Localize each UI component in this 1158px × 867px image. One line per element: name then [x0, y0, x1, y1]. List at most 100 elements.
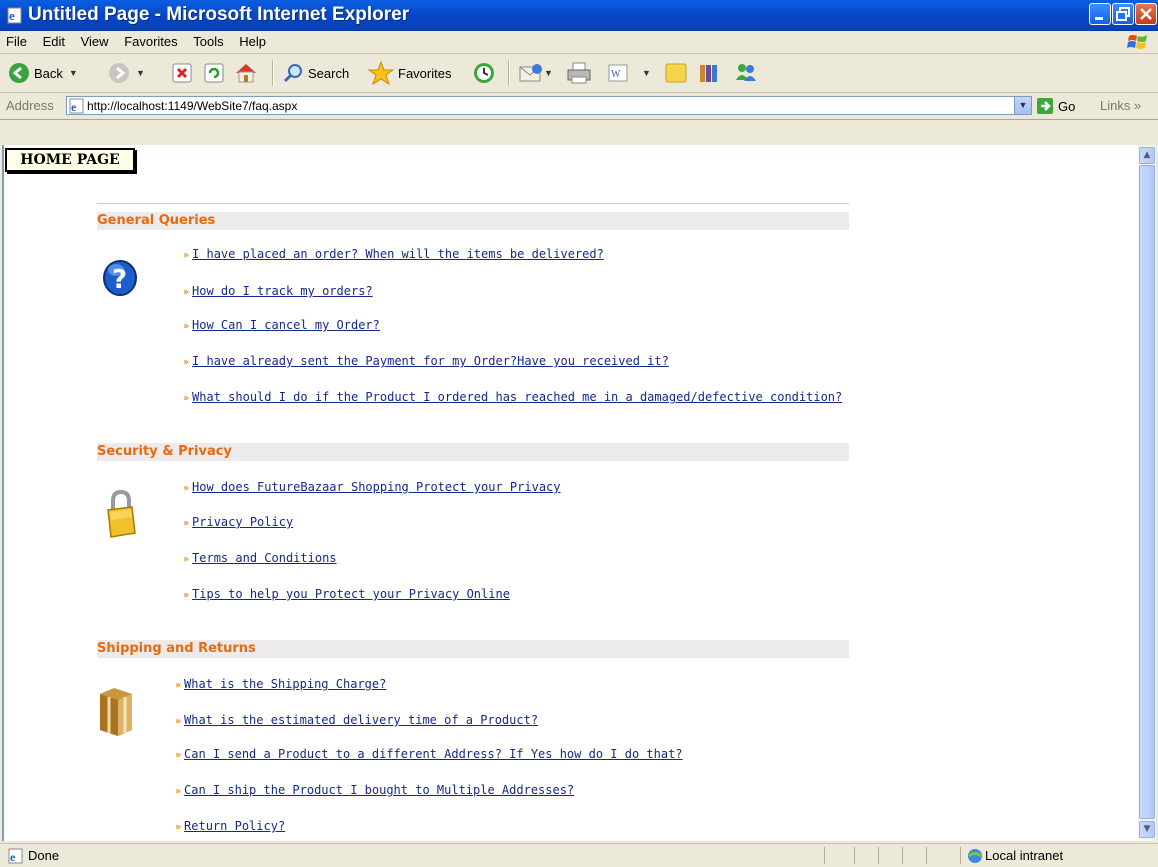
minimize-icon [1095, 17, 1103, 20]
status-divider [926, 847, 927, 864]
faq-link-text: I have already sent the Payment for my O… [192, 354, 669, 368]
back-button[interactable]: Back ▼ [8, 61, 78, 85]
menu-view[interactable]: View [75, 31, 115, 49]
forward-button[interactable]: ▼ [108, 61, 145, 85]
faq-link[interactable]: » What is the Shipping Charge? [175, 677, 386, 691]
menu-bar: File Edit View Favorites Tools Help [0, 31, 1158, 54]
double-arrow-icon: » [183, 554, 189, 565]
section-heading-shipping-returns: Shipping and Returns [97, 640, 849, 658]
double-arrow-icon: » [183, 590, 189, 601]
help-question-icon: ? [103, 260, 137, 296]
address-url: http://localhost:1149/WebSite7/faq.aspx [87, 99, 298, 113]
mail-envelope-icon [519, 64, 542, 82]
double-arrow-icon: » [175, 680, 181, 691]
restore-button[interactable] [1112, 3, 1134, 25]
faq-link[interactable]: » What is the estimated delivery time of … [175, 713, 538, 727]
svg-text:e: e [71, 100, 77, 114]
printer-icon [567, 62, 591, 84]
scroll-up-button[interactable]: ▲ [1139, 147, 1155, 164]
double-arrow-icon: » [183, 483, 189, 494]
faq-link-text: What is the estimated delivery time of a… [184, 713, 539, 727]
menu-help[interactable]: Help [233, 31, 272, 49]
status-text: Done [28, 848, 60, 863]
research-books-icon [700, 65, 717, 82]
discuss-button[interactable] [664, 61, 688, 85]
faq-link-text: What should I do if the Product I ordere… [192, 390, 843, 404]
stop-button[interactable] [172, 61, 192, 85]
status-bar: e Done Local intranet [0, 843, 1158, 867]
mail-dropdown-icon[interactable]: ▼ [544, 68, 553, 78]
search-icon [283, 64, 302, 83]
faq-link[interactable]: » How does FutureBazaar Shopping Protect … [183, 480, 561, 494]
menu-edit[interactable]: Edit [37, 31, 71, 49]
svg-text:?: ? [112, 265, 127, 295]
mail-button[interactable]: ▼ [518, 61, 553, 85]
title-bar[interactable]: e Untitled Page - Microsoft Internet Exp… [0, 0, 1158, 31]
favorites-star-icon [368, 61, 394, 85]
close-button[interactable] [1135, 3, 1157, 25]
faq-link-text: How do I track my orders? [192, 284, 373, 298]
scrollbar-thumb[interactable] [1139, 165, 1155, 819]
status-divider [854, 847, 855, 864]
faq-link-text: How Can I cancel my Order? [192, 318, 380, 332]
home-page-button[interactable]: HOME PAGE [5, 148, 135, 172]
faq-link[interactable]: » Can I ship the Product I bought to Mult… [175, 783, 574, 797]
ie-page-icon: e [7, 7, 22, 24]
faq-link-text: Privacy Policy [192, 515, 294, 529]
research-button[interactable] [698, 61, 722, 85]
vertical-scrollbar[interactable]: ▲ ▼ [1138, 145, 1156, 841]
faq-link[interactable]: » Privacy Policy [183, 515, 293, 529]
address-input[interactable]: e http://localhost:1149/WebSite7/faq.asp… [66, 96, 1032, 115]
close-icon [1140, 8, 1152, 20]
double-arrow-icon: » [183, 287, 189, 298]
faq-link-text: Can I send a Product to a different Addr… [184, 747, 683, 761]
faq-link[interactable]: » What should I do if the Product I order… [183, 390, 842, 404]
word-edit-icon: W [608, 64, 628, 82]
menu-favorites[interactable]: Favorites [118, 31, 183, 49]
faq-link[interactable]: » Terms and Conditions [183, 551, 337, 565]
address-dropdown-icon[interactable]: ▼ [1014, 97, 1031, 114]
go-button[interactable]: Go [1036, 97, 1075, 115]
intranet-zone-icon [968, 849, 982, 863]
search-button[interactable]: Search [282, 61, 349, 85]
double-arrow-icon: » [183, 250, 189, 261]
faq-link[interactable]: » I have placed an order? When will the i… [183, 247, 604, 261]
edit-button[interactable]: W ▼ [608, 61, 651, 85]
faq-link[interactable]: » Tips to help you Protect your Privacy O… [183, 587, 510, 601]
status-divider [902, 847, 903, 864]
menu-file[interactable]: File [0, 31, 33, 49]
search-label: Search [308, 65, 350, 81]
edit-dropdown-icon[interactable]: ▼ [642, 68, 651, 78]
home-icon [236, 64, 256, 83]
history-button[interactable] [472, 61, 496, 85]
back-dropdown-icon[interactable]: ▼ [69, 68, 78, 78]
faq-link-text: How does FutureBazaar Shopping Protect y… [192, 480, 561, 494]
forward-dropdown-icon[interactable]: ▼ [136, 68, 145, 78]
note-icon [665, 63, 687, 83]
chevron-right-icon: » [1133, 98, 1142, 113]
window-title: Untitled Page - Microsoft Internet Explo… [28, 4, 410, 25]
faq-link[interactable]: » Can I send a Product to a different Add… [175, 747, 683, 761]
minimize-button[interactable] [1089, 3, 1111, 25]
back-label: Back [34, 65, 63, 81]
double-arrow-icon: » [175, 786, 181, 797]
menu-tools[interactable]: Tools [187, 31, 229, 49]
faq-link[interactable]: » I have already sent the Payment for my … [183, 354, 669, 368]
faq-link-text: Terms and Conditions [192, 551, 337, 565]
padlock-icon [107, 489, 136, 538]
refresh-button[interactable] [204, 61, 224, 85]
go-arrow-icon [1037, 98, 1053, 114]
print-button[interactable] [566, 61, 592, 85]
restore-icon [1116, 7, 1130, 21]
links-toolbar[interactable]: Links » [1100, 98, 1141, 113]
home-toolbar-button[interactable] [234, 61, 258, 85]
faq-link[interactable]: » How do I track my orders? [183, 284, 373, 298]
faq-link-text: Return Policy? [184, 819, 286, 833]
messenger-button[interactable] [734, 61, 758, 85]
faq-link[interactable]: » Return Policy? [175, 819, 285, 833]
scroll-down-button[interactable]: ▼ [1139, 821, 1155, 838]
double-arrow-icon: » [183, 357, 189, 368]
favorites-button[interactable]: Favorites [368, 61, 451, 85]
faq-link[interactable]: » How Can I cancel my Order? [183, 318, 380, 332]
svg-text:e: e [10, 850, 16, 864]
